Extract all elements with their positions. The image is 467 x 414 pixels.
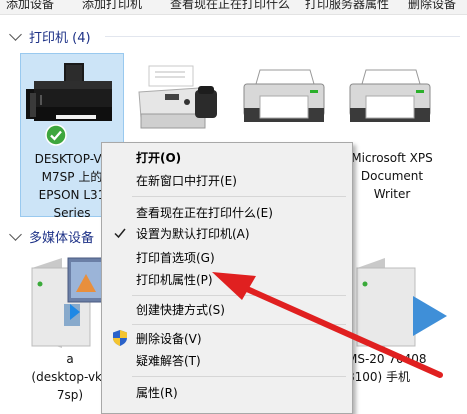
printer-icon	[243, 69, 325, 122]
menu-item-properties[interactable]: 属性(R)	[136, 383, 178, 403]
device-label-line: MS-20 70408	[347, 352, 427, 366]
remove-device-button[interactable]: 删除设备	[408, 0, 456, 12]
multimedia-group-header[interactable]: 多媒体设备	[9, 227, 94, 246]
context-menu: 打开(O) 在新窗口中打开(E) 查看现在正在打印什么(E) 设置为默认打印机(…	[101, 142, 353, 414]
toolbar: 添加设备 添加打印机 查看现在正在打印什么 打印服务器属性 删除设备	[0, 0, 467, 15]
menu-item-create-shortcut[interactable]: 创建快捷方式(S)	[136, 300, 225, 320]
menu-separator	[132, 376, 346, 377]
add-device-button[interactable]: 添加设备	[6, 0, 54, 12]
menu-separator	[132, 196, 346, 197]
device-media-ms20[interactable]: MS-20 70408 8100) 手机	[343, 250, 467, 410]
multimedia-group-title: 多媒体设备	[29, 231, 95, 246]
menu-item-troubleshoot[interactable]: 疑难解答(T)	[136, 351, 201, 371]
device-printer-3[interactable]	[238, 62, 330, 142]
menu-item-remove-device[interactable]: 删除设备(V)	[136, 329, 202, 349]
inkjet-printer-icon	[26, 63, 112, 121]
chevron-down-icon	[9, 228, 22, 241]
device-label-line: Document	[360, 169, 424, 183]
menu-item-open-new-window[interactable]: 在新窗口中打开(E)	[136, 171, 237, 191]
printers-group-header[interactable]: 打印机 (4)	[9, 27, 91, 46]
media-device-icon	[356, 258, 447, 348]
default-check-icon	[45, 124, 67, 146]
menu-item-see-whats-printing[interactable]: 查看现在正在打印什么(E)	[136, 203, 273, 223]
add-printer-button[interactable]: 添加打印机	[82, 0, 142, 12]
checkmark-icon	[114, 228, 126, 239]
menu-item-printer-properties[interactable]: 打印机属性(P)	[136, 270, 213, 290]
device-label-line: Microsoft XPS	[351, 151, 433, 165]
menu-separator	[132, 295, 346, 296]
fax-icon	[138, 65, 217, 129]
menu-item-set-default[interactable]: 设置为默认打印机(A)	[136, 224, 250, 244]
chevron-down-icon	[9, 28, 22, 41]
see-whats-printing-button[interactable]: 查看现在正在打印什么	[170, 0, 290, 12]
shield-icon	[113, 330, 127, 346]
printer-icon	[349, 69, 431, 122]
group-divider	[105, 36, 460, 37]
menu-item-open[interactable]: 打开(O)	[136, 148, 181, 168]
device-label-line: Writer	[373, 187, 411, 201]
menu-item-printing-preferences[interactable]: 打印首选项(G)	[136, 248, 215, 268]
menu-separator	[132, 324, 346, 325]
device-xps-writer[interactable]: Microsoft XPS Document Writer	[340, 62, 444, 202]
print-server-properties-button[interactable]: 打印服务器属性	[305, 0, 389, 12]
device-fax[interactable]	[133, 62, 225, 142]
printers-group-title: 打印机 (4)	[29, 31, 91, 46]
device-label-line: 8100) 手机	[347, 370, 411, 384]
